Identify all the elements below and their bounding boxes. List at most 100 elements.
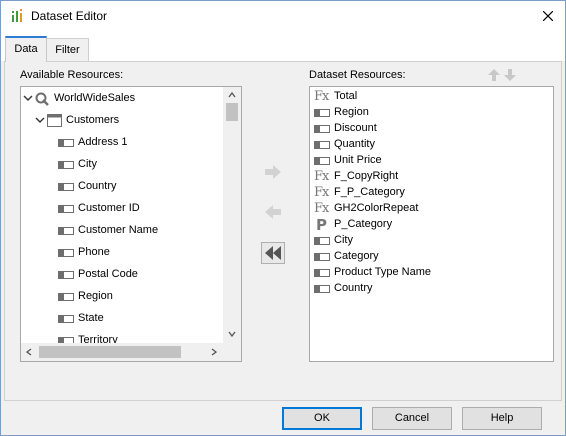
chevron-down-icon[interactable] — [35, 117, 45, 125]
field-icon — [58, 227, 74, 235]
list-item-label: Quantity — [334, 138, 375, 150]
remove-button[interactable] — [261, 201, 285, 223]
list-item-label: City — [334, 234, 353, 246]
close-icon — [543, 11, 553, 21]
scroll-down-icon[interactable] — [228, 331, 236, 337]
move-up-button[interactable] — [487, 68, 501, 82]
dataset-editor-window: Dataset Editor Filter Data Available Res… — [0, 0, 566, 436]
field-icon — [314, 269, 330, 277]
arrow-right-icon — [265, 165, 281, 179]
tree-node-label: Territory — [78, 334, 118, 343]
tab-data-label: Data — [14, 43, 38, 55]
arrow-left-icon — [265, 205, 281, 219]
arrow-up-icon — [488, 69, 500, 81]
list-item-label: Unit Price — [334, 154, 382, 166]
arrow-down-icon — [504, 69, 516, 81]
field-icon — [314, 125, 330, 133]
tab-filter[interactable]: Filter — [46, 38, 89, 61]
available-resources-label: Available Resources: — [20, 69, 124, 81]
list-item-label: Region — [334, 106, 369, 118]
list-item[interactable]: Country — [310, 281, 550, 297]
field-icon — [314, 285, 330, 293]
list-item[interactable]: Product Type Name — [310, 265, 550, 281]
tree-node-label: WorldWideSales — [54, 92, 136, 104]
tree-node-label: Customer Name — [78, 224, 159, 236]
field-icon — [58, 315, 74, 323]
formula-icon: Fx — [314, 185, 329, 200]
data-tab-panel: Available Resources: Dataset Resources: … — [4, 61, 562, 401]
ok-button[interactable]: OK — [282, 407, 362, 430]
tree-node-label: Phone — [78, 246, 110, 258]
tree-node-label: Address 1 — [78, 136, 128, 148]
formula-icon: Fx — [314, 169, 329, 184]
field-icon — [58, 205, 74, 213]
list-item-label: GH2ColorRepeat — [334, 202, 419, 214]
tree-node-label: Postal Code — [78, 268, 138, 280]
dialog-footer: OK Cancel Help — [1, 401, 565, 435]
tree-node-label: Customers — [66, 114, 120, 126]
list-item-label: P_Category — [334, 218, 393, 230]
list-item[interactable]: Discount — [310, 121, 550, 137]
parameter-icon: P — [316, 216, 327, 234]
move-down-button[interactable] — [503, 68, 517, 82]
double-arrow-left-icon — [265, 246, 281, 260]
dataset-editor-app-icon — [11, 9, 25, 23]
field-icon — [58, 249, 74, 257]
field-icon — [58, 271, 74, 279]
scroll-right-icon[interactable] — [211, 348, 217, 356]
list-item[interactable]: Quantity — [310, 137, 550, 153]
scroll-left-icon[interactable] — [26, 348, 32, 356]
vertical-scroll-thumb[interactable] — [226, 103, 238, 121]
tree-node-label: Country — [78, 180, 117, 192]
formula-icon: Fx — [314, 89, 329, 104]
list-item[interactable]: Fx GH2ColorRepeat — [310, 201, 550, 217]
list-item[interactable]: Fx F_P_Category — [310, 185, 550, 201]
table-icon — [47, 114, 62, 127]
list-item[interactable]: Region — [310, 105, 550, 121]
tree-node-label: City — [78, 158, 97, 170]
title-bar: Dataset Editor — [1, 1, 565, 31]
close-button[interactable] — [537, 6, 559, 26]
field-icon — [58, 183, 74, 191]
formula-icon: Fx — [314, 201, 329, 216]
field-icon — [314, 253, 330, 261]
list-item[interactable]: P P_Category — [310, 216, 550, 234]
remove-all-button[interactable] — [261, 242, 285, 264]
dataset-resources-list[interactable]: Fx Total Region Discount Quantity Unit Pr… — [309, 86, 554, 362]
add-button[interactable] — [261, 161, 285, 183]
list-item[interactable]: Category — [310, 249, 550, 265]
tab-filter-label: Filter — [55, 44, 80, 56]
field-icon — [314, 109, 330, 117]
list-item-label: Product Type Name — [334, 266, 432, 278]
vertical-scrollbar[interactable] — [223, 87, 241, 343]
tree-node-label: State — [78, 312, 104, 324]
field-icon — [314, 141, 330, 149]
horizontal-scrollbar[interactable] — [21, 343, 223, 361]
tree-node-label: Customer ID — [78, 202, 140, 214]
list-item[interactable]: Fx F_CopyRight — [310, 169, 550, 185]
tree-rows: WorldWideSales Customers Address 1 City — [21, 87, 223, 343]
list-item[interactable]: City — [310, 233, 550, 249]
query-icon — [35, 92, 49, 106]
scrollbar-corner — [223, 343, 241, 361]
window-title: Dataset Editor — [31, 9, 108, 23]
field-icon — [314, 237, 330, 245]
dataset-resources-label: Dataset Resources: — [309, 69, 406, 81]
field-icon — [58, 293, 74, 301]
field-icon — [58, 139, 74, 147]
tab-data[interactable]: Data — [5, 36, 47, 62]
tab-strip: Filter Data — [1, 31, 565, 62]
list-item-label: Category — [334, 250, 379, 262]
scroll-up-icon[interactable] — [228, 92, 236, 98]
list-item[interactable]: Unit Price — [310, 153, 550, 169]
available-resources-tree[interactable]: WorldWideSales Customers Address 1 City — [20, 86, 242, 362]
tree-node-label: Region — [78, 290, 113, 302]
help-button[interactable]: Help — [462, 407, 542, 430]
chevron-down-icon[interactable] — [23, 95, 33, 103]
list-item-label: Country — [334, 282, 373, 294]
list-item-label: Total — [334, 90, 358, 102]
list-item[interactable]: Fx Total — [310, 89, 550, 105]
cancel-button[interactable]: Cancel — [372, 407, 452, 430]
horizontal-scroll-thumb[interactable] — [39, 346, 181, 358]
list-item-label: F_P_Category — [334, 186, 405, 198]
